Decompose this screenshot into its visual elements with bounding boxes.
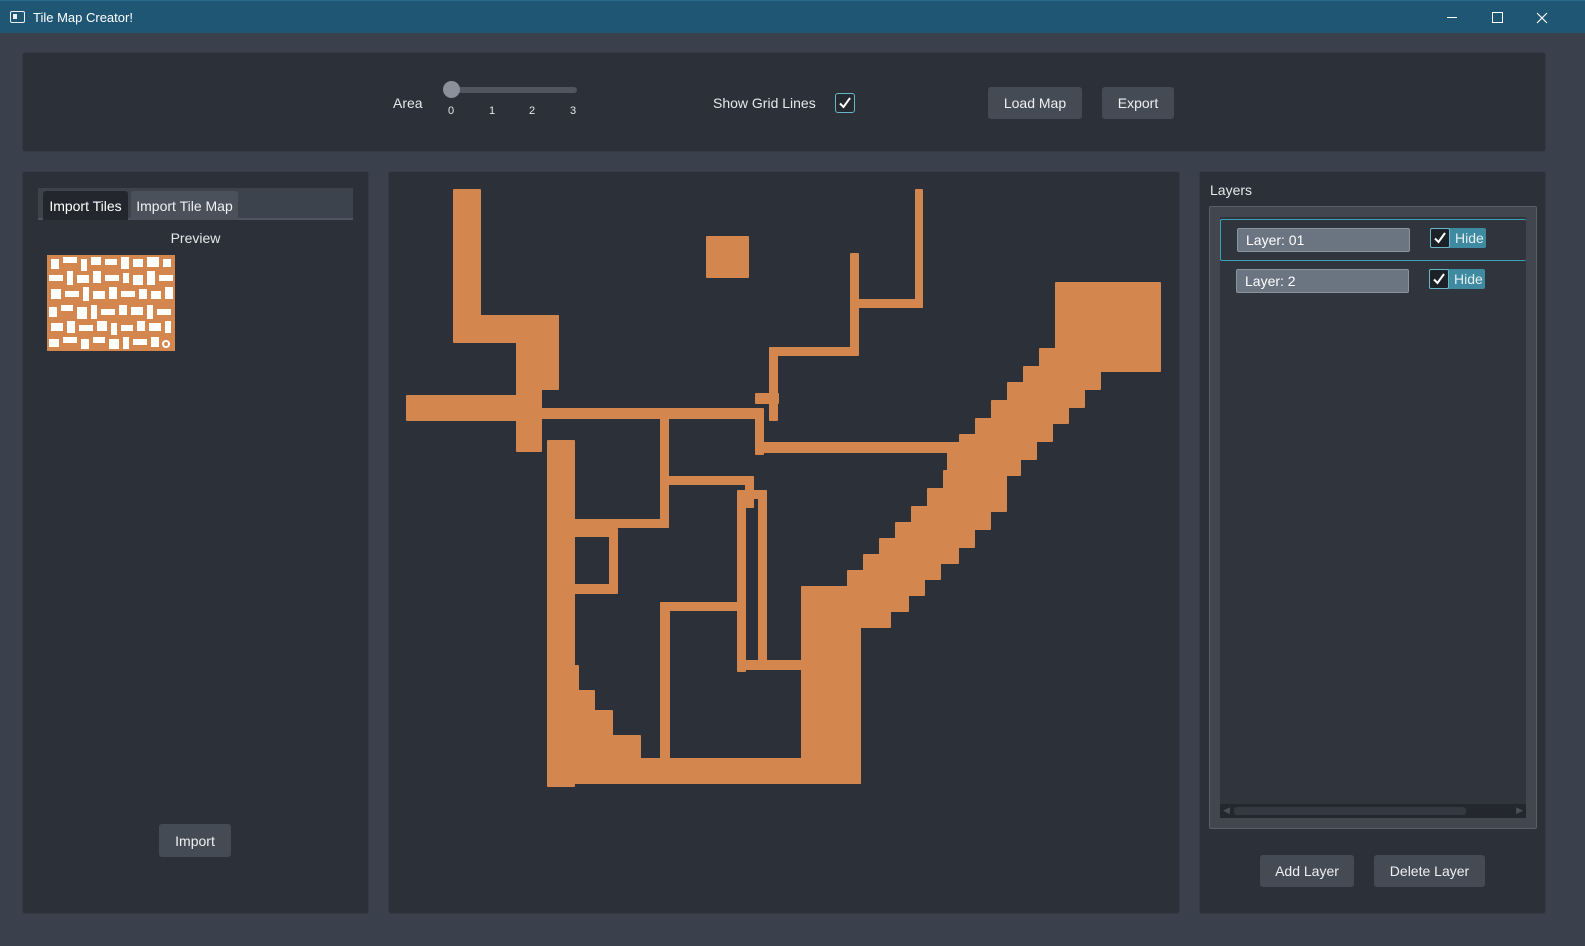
layer-hide-toggle[interactable]: Hide [1430, 228, 1486, 248]
checkmark-icon [839, 97, 851, 109]
map-canvas-panel[interactable] [388, 171, 1180, 914]
show-grid-lines-label: Show Grid Lines [713, 95, 816, 111]
layer-name-field[interactable]: Layer: 01 [1237, 228, 1410, 252]
layer-name-field[interactable]: Layer: 2 [1236, 269, 1409, 293]
maximize-button[interactable] [1474, 1, 1520, 34]
import-panel: Import Tiles Import Tile Map Preview Imp… [22, 171, 369, 914]
minimize-button[interactable] [1429, 1, 1475, 34]
area-tick: 0 [448, 105, 455, 117]
title-bar: Tile Map Creator! [0, 0, 1585, 33]
close-icon [1536, 12, 1548, 23]
area-slider-track[interactable] [451, 87, 577, 93]
layers-title: Layers [1210, 182, 1253, 198]
import-button[interactable]: Import [159, 824, 231, 857]
layers-list[interactable]: Layer: 01 Hide Layer: 2 Hide ◀ ▶ [1220, 217, 1526, 818]
hide-checkbox[interactable] [1430, 228, 1450, 248]
scroll-right-icon[interactable]: ▶ [1516, 805, 1523, 816]
export-button[interactable]: Export [1102, 87, 1174, 119]
area-tick: 1 [489, 105, 496, 117]
hide-label: Hide [1454, 271, 1483, 287]
area-tick: 3 [570, 105, 577, 117]
layers-list-frame: Layer: 01 Hide Layer: 2 Hide ◀ ▶ [1209, 206, 1537, 829]
tileset-preview-image [47, 255, 175, 351]
hide-checkbox[interactable] [1429, 269, 1449, 289]
load-map-button[interactable]: Load Map [988, 87, 1082, 119]
import-tabbar: Import Tiles Import Tile Map [38, 188, 353, 220]
layer-row[interactable]: Layer: 2 Hide [1220, 263, 1526, 305]
layer-hide-toggle[interactable]: Hide [1429, 269, 1485, 289]
hide-label: Hide [1455, 230, 1484, 246]
delete-layer-button[interactable]: Delete Layer [1374, 855, 1485, 887]
horizontal-scrollbar[interactable]: ◀ ▶ [1220, 804, 1526, 818]
checkmark-icon [1434, 232, 1446, 244]
toolbar-panel: Area 0 1 2 3 Show Grid Lines Load Map Ex… [22, 52, 1546, 152]
close-button[interactable] [1519, 1, 1565, 34]
tab-import-tile-map[interactable]: Import Tile Map [131, 191, 238, 220]
show-grid-lines-checkbox[interactable] [835, 93, 855, 113]
checkmark-icon [1433, 273, 1445, 285]
scroll-left-icon[interactable]: ◀ [1223, 805, 1230, 816]
layers-panel: Layers Layer: 01 Hide Layer: 2 Hide ◀ ▶ … [1199, 171, 1546, 914]
window-title: Tile Map Creator! [33, 9, 133, 25]
add-layer-button[interactable]: Add Layer [1260, 855, 1354, 887]
layer-row[interactable]: Layer: 01 Hide [1220, 219, 1526, 261]
app-icon [10, 11, 25, 23]
tile-map-canvas[interactable] [388, 171, 1180, 914]
preview-label: Preview [170, 230, 221, 246]
tab-import-tiles[interactable]: Import Tiles [43, 191, 128, 220]
area-label: Area [393, 95, 423, 111]
area-tick: 2 [529, 105, 536, 117]
scrollbar-thumb[interactable] [1234, 807, 1466, 815]
area-slider-thumb[interactable] [443, 81, 460, 98]
